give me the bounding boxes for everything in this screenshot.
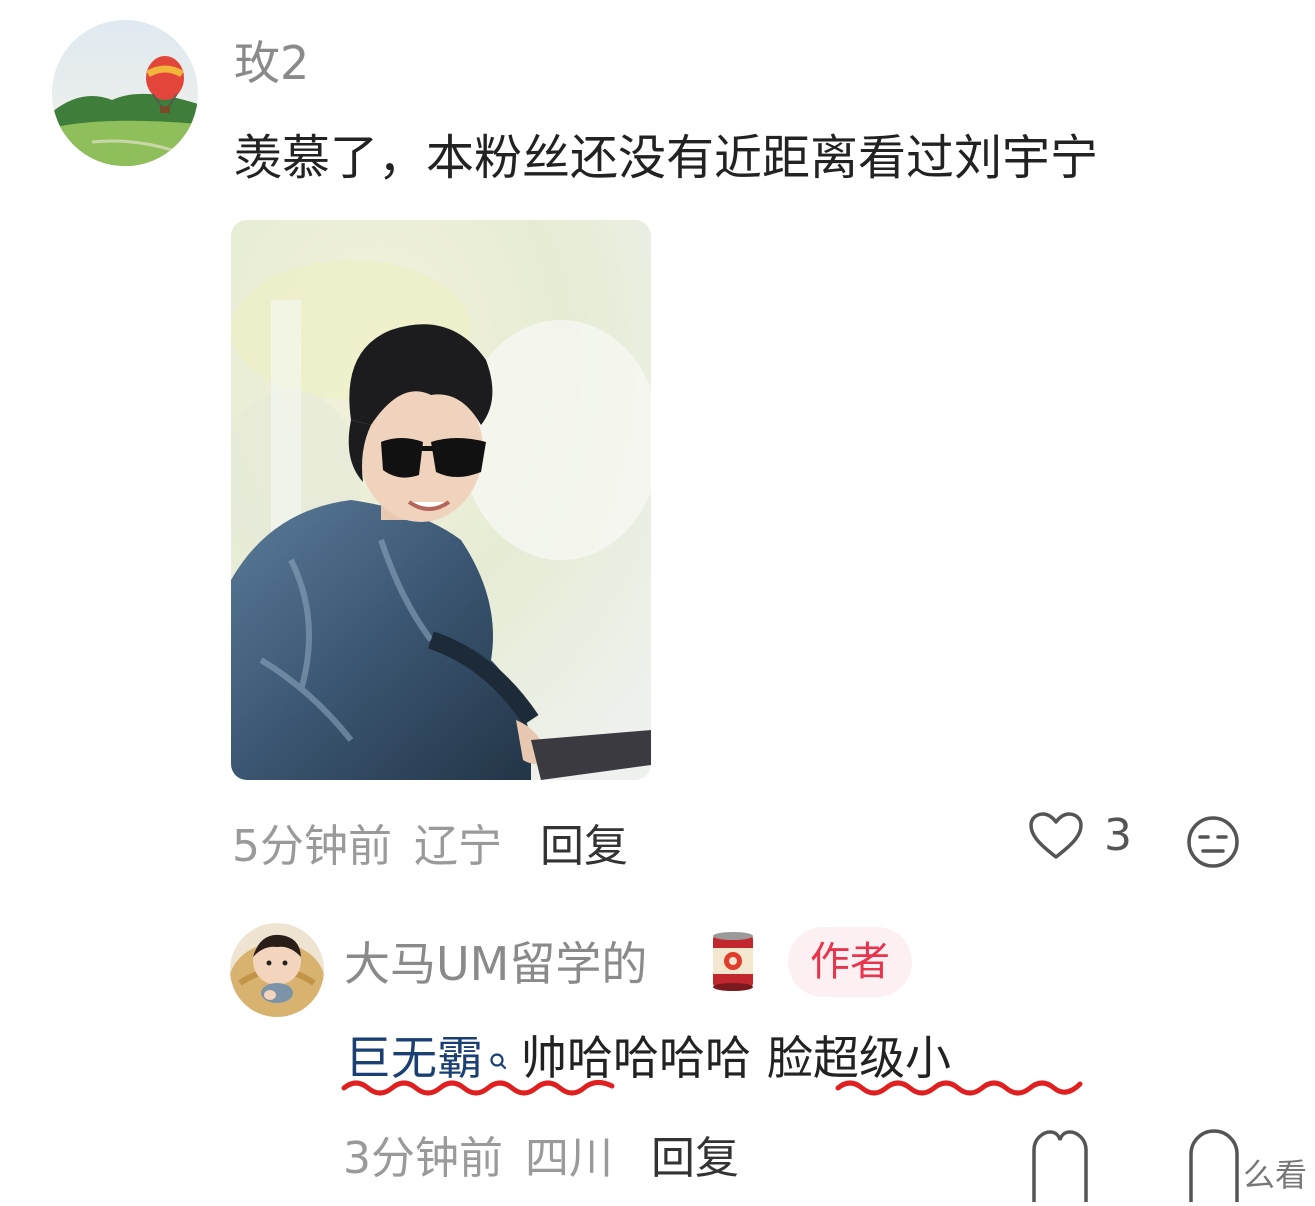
reaction-button[interactable]: [1188, 1128, 1240, 1206]
tomato-can-icon: [710, 930, 756, 996]
reply-time: 3分钟前: [343, 1133, 503, 1184]
comment-time: 5分钟前: [232, 821, 392, 872]
heart-icon: [1029, 811, 1083, 859]
baby-photo-avatar: [230, 923, 324, 1017]
user-avatar[interactable]: [52, 20, 198, 166]
reply-reply-button[interactable]: 回复: [651, 1122, 739, 1186]
heart-icon: [1032, 1130, 1088, 1202]
neutral-face-icon: [1187, 816, 1239, 868]
like-button[interactable]: [1030, 1128, 1090, 1206]
reply-button[interactable]: 回复: [540, 810, 628, 874]
reply-avatar[interactable]: [230, 923, 324, 1017]
comment-photo[interactable]: [231, 220, 651, 780]
like-count: 3: [1104, 810, 1132, 861]
reaction-button[interactable]: [1186, 815, 1240, 873]
neutral-face-icon: [1189, 1129, 1239, 1202]
comment-meta: 5分钟前 辽宁 回复: [232, 810, 628, 874]
squiggle-underline: [835, 1080, 1083, 1096]
author-badge: 作者: [788, 927, 912, 997]
reply-meta: 3分钟前 四川 回复: [343, 1122, 739, 1186]
man-in-sunglasses-photo: [231, 220, 651, 780]
reply-location: 四川: [525, 1133, 613, 1184]
comment-username[interactable]: 玫2: [234, 36, 309, 90]
watermark: 么看: [1238, 1148, 1315, 1202]
comment-text: 羡慕了，本粉丝还没有近距离看过刘宇宁: [234, 130, 1099, 186]
reply-username[interactable]: 大马UM留学的: [344, 934, 647, 994]
squiggle-underline: [341, 1080, 615, 1096]
comment-location: 辽宁: [414, 821, 502, 872]
like-button[interactable]: 3: [1028, 810, 1132, 861]
